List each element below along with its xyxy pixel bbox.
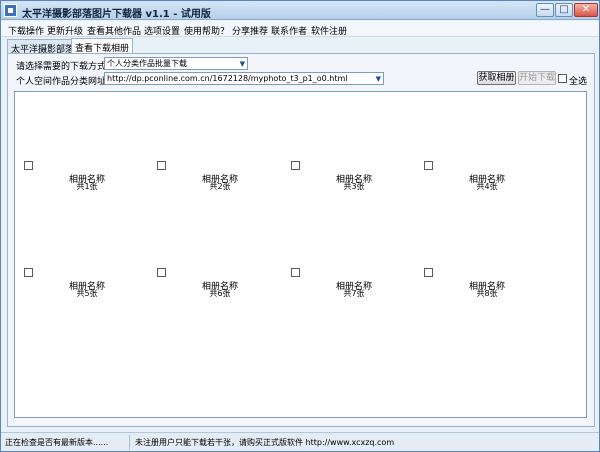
album-checkbox[interactable] — [24, 268, 33, 277]
album-card[interactable]: 相册名称 共1张 — [24, 161, 162, 221]
app-icon — [4, 4, 17, 17]
album-count: 共1张 — [76, 182, 98, 191]
status-divider — [129, 435, 130, 450]
fetch-albums-button[interactable]: 获取相册 — [477, 71, 516, 85]
menu-download[interactable]: 下载操作 — [8, 24, 44, 37]
album-count: 共8张 — [476, 289, 498, 298]
album-checkbox[interactable] — [291, 268, 300, 277]
menu-other-works[interactable]: 查看其他作品 — [87, 24, 141, 37]
start-download-button[interactable]: 开始下载 — [518, 71, 556, 85]
album-checkbox[interactable] — [291, 161, 300, 170]
album-card[interactable]: 相册名称 共8张 — [424, 268, 562, 328]
album-checkbox[interactable] — [424, 161, 433, 170]
album-count: 共6张 — [209, 289, 231, 298]
album-count: 共5张 — [76, 289, 98, 298]
menu-update[interactable]: 更新升级 — [47, 24, 83, 37]
url-input-value: http://dp.pconline.com.cn/1672128/myphot… — [107, 74, 348, 83]
window-title: 太平洋摄影部落图片下载器 v1.1 - 试用版 — [22, 9, 211, 20]
chevron-down-icon: ▼ — [239, 60, 245, 68]
album-card[interactable]: 相册名称 共6张 — [157, 268, 295, 328]
select-all-label: 全选 — [569, 77, 588, 87]
tab-pconline-tribe[interactable]: 太平洋摄影部落 — [7, 39, 79, 55]
status-bar: 正在检查是否有最新版本...... 未注册用户只能下载若干张，请购买正式版软件 … — [1, 432, 599, 451]
maximize-button[interactable]: □ — [555, 3, 573, 17]
chevron-down-icon: ▼ — [375, 75, 381, 83]
minimize-button[interactable]: — — [536, 3, 554, 17]
close-button[interactable]: ✕ — [574, 3, 598, 17]
status-registration-notice: 未注册用户只能下载若干张，请购买正式版软件 http://www.xcxzq.c… — [135, 438, 395, 447]
album-card[interactable]: 相册名称 共7张 — [291, 268, 429, 328]
menu-register[interactable]: 软件注册 — [311, 24, 347, 37]
mode-label: 请选择需要的下载方式: — [16, 62, 110, 72]
album-card[interactable]: 相册名称 共3张 — [291, 161, 429, 221]
album-card[interactable]: 相册名称 共2张 — [157, 161, 295, 221]
menu-share[interactable]: 分享推荐 — [232, 24, 268, 37]
menu-help[interactable]: 使用帮助？ — [184, 24, 229, 37]
album-count: 共7张 — [343, 289, 365, 298]
select-all-checkbox[interactable] — [558, 74, 567, 83]
album-card[interactable]: 相册名称 共5张 — [24, 268, 162, 328]
album-count: 共3张 — [343, 182, 365, 191]
menu-contact[interactable]: 联系作者 — [271, 24, 307, 37]
url-label: 个人空间作品分类网址: — [16, 77, 110, 87]
title-bar[interactable]: 太平洋摄影部落图片下载器 v1.1 - 试用版 — □ ✕ — [1, 1, 599, 20]
album-checkbox[interactable] — [157, 268, 166, 277]
tab-view-albums[interactable]: 查看下载相册 — [71, 38, 134, 54]
album-checkbox[interactable] — [24, 161, 33, 170]
url-input[interactable]: http://dp.pconline.com.cn/1672128/myphot… — [104, 72, 384, 85]
album-checkbox[interactable] — [157, 161, 166, 170]
app-window: 太平洋摄影部落图片下载器 v1.1 - 试用版 — □ ✕ 下载操作 更新升级 … — [0, 0, 600, 452]
status-update-check: 正在检查是否有最新版本...... — [5, 438, 109, 447]
album-count: 共2张 — [209, 182, 231, 191]
album-card[interactable]: 相册名称 共4张 — [424, 161, 562, 221]
menu-options[interactable]: 选项设置 — [144, 24, 180, 37]
album-gallery: 相册名称 共1张 相册名称 共2张 相册名称 共3张 相册名称 共4张 相册名称… — [14, 91, 587, 418]
mode-select[interactable]: 个人分类作品批量下载 ▼ — [104, 57, 248, 70]
mode-select-value: 个人分类作品批量下载 — [107, 59, 187, 68]
album-count: 共4张 — [476, 182, 498, 191]
album-checkbox[interactable] — [424, 268, 433, 277]
menu-bar: 下载操作 更新升级 查看其他作品 选项设置 使用帮助？ 分享推荐 联系作者 软件… — [1, 21, 599, 37]
